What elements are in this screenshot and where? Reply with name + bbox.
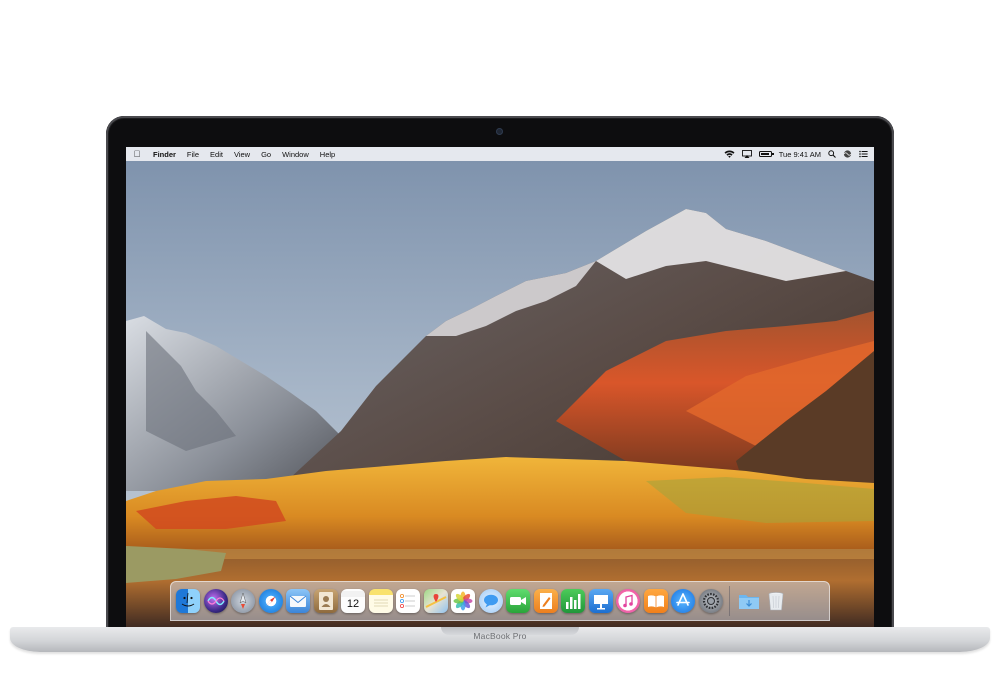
itunes-icon[interactable] <box>616 589 640 613</box>
desktop-wallpaper[interactable] <box>126 161 874 628</box>
model-label: MacBook Pro <box>473 631 527 641</box>
safari-icon[interactable] <box>258 589 283 613</box>
siri-app-icon[interactable] <box>203 589 228 613</box>
maps-icon[interactable] <box>423 589 448 613</box>
camera <box>496 128 503 135</box>
dock-separator <box>729 586 730 616</box>
messages-icon[interactable] <box>478 589 503 613</box>
photos-icon[interactable] <box>451 589 475 613</box>
screen:  Finder File Edit View Go Window Help T… <box>126 147 874 628</box>
pages-icon[interactable] <box>533 589 558 613</box>
finder-icon[interactable] <box>176 589 200 613</box>
battery-icon[interactable] <box>758 151 774 157</box>
airplay-icon[interactable] <box>741 150 752 158</box>
spotlight-icon[interactable] <box>828 150 836 158</box>
contacts-icon[interactable] <box>313 589 338 613</box>
numbers-icon[interactable] <box>561 589 585 613</box>
menu-edit[interactable]: Edit <box>210 150 223 159</box>
calendar-icon[interactable]: 12 <box>341 589 365 613</box>
menu-bar:  Finder File Edit View Go Window Help T… <box>126 147 874 161</box>
menu-view[interactable]: View <box>234 150 250 159</box>
menu-file[interactable]: File <box>187 150 199 159</box>
reminders-icon[interactable] <box>396 589 420 613</box>
notes-icon[interactable] <box>368 589 393 613</box>
app-store-icon[interactable] <box>671 589 695 613</box>
menubar-clock[interactable]: Tue 9:41 AM <box>779 150 821 159</box>
keynote-icon[interactable] <box>588 589 613 613</box>
calendar-day: 12 <box>346 598 360 610</box>
menu-app-name[interactable]: Finder <box>153 150 176 159</box>
notification-center-icon[interactable] <box>859 150 868 158</box>
ibooks-icon[interactable] <box>643 589 668 613</box>
launchpad-icon[interactable] <box>231 589 255 613</box>
trash-icon[interactable] <box>764 589 788 613</box>
dock: 12 <box>170 581 830 621</box>
facetime-icon[interactable] <box>506 589 530 613</box>
wifi-icon[interactable] <box>724 150 735 158</box>
mail-icon[interactable] <box>286 589 310 613</box>
downloads-folder-icon[interactable] <box>737 589 761 613</box>
menu-help[interactable]: Help <box>320 150 335 159</box>
siri-icon[interactable] <box>843 150 852 158</box>
menu-go[interactable]: Go <box>261 150 271 159</box>
menu-window[interactable]: Window <box>282 150 309 159</box>
system-preferences-icon[interactable] <box>698 589 723 613</box>
apple-menu-icon[interactable]:  <box>132 149 142 159</box>
